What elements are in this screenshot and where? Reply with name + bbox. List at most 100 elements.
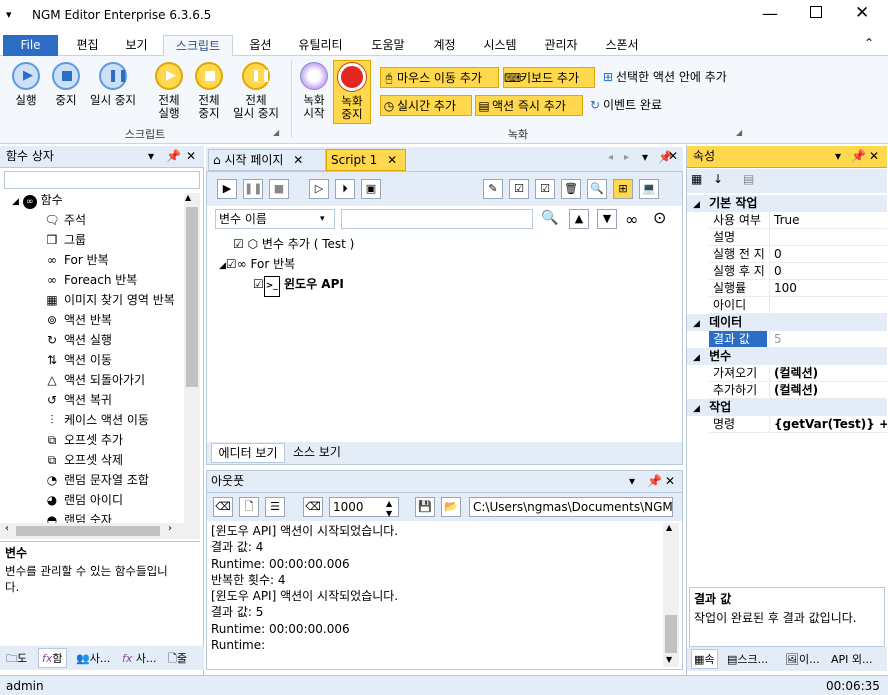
property-value[interactable] bbox=[769, 229, 887, 246]
close-icon[interactable]: ✕ bbox=[387, 153, 397, 167]
property-row[interactable]: 추가하기 (컬렉션) bbox=[687, 382, 887, 399]
folder-icon[interactable]: 📂 bbox=[441, 497, 461, 517]
function-item[interactable]: ◕ 랜덤 아이디 bbox=[44, 491, 123, 511]
scroll-thumb[interactable] bbox=[186, 207, 198, 387]
find-icon[interactable]: 🔍 bbox=[587, 179, 607, 199]
file-tab[interactable]: File bbox=[3, 35, 58, 56]
property-row[interactable]: 가져오기 (컬렉션) bbox=[687, 365, 887, 382]
property-pages-icon[interactable]: ▤ bbox=[743, 172, 754, 186]
close-icon[interactable]: ✕ bbox=[855, 3, 869, 23]
edit-icon[interactable]: ✎ bbox=[483, 179, 503, 199]
scroll-right-icon[interactable]: › bbox=[168, 523, 172, 534]
h-scrollbar[interactable]: ‹ › bbox=[0, 523, 200, 539]
close-icon[interactable]: ✕ bbox=[869, 146, 879, 167]
property-row[interactable]: 명령 {getVar(Test)} + bbox=[687, 416, 887, 433]
eraser-icon[interactable]: ⌫ bbox=[303, 497, 323, 517]
move-up-icon[interactable]: ▲ bbox=[569, 209, 589, 229]
function-search-input[interactable] bbox=[4, 171, 200, 189]
system-menu-icon[interactable]: ▾ bbox=[6, 8, 12, 21]
event-complete-button[interactable]: ↻ 이벤트 완료 bbox=[587, 95, 677, 116]
add-doc-icon[interactable]: 🗋 bbox=[239, 497, 259, 517]
tab-account[interactable]: 계정 bbox=[422, 35, 467, 56]
check-icon[interactable]: ☑ bbox=[535, 179, 555, 199]
group-expand-icon[interactable]: ◢ bbox=[273, 128, 279, 137]
record-stop-button[interactable]: 녹화 중지 bbox=[333, 60, 371, 124]
add-in-selected-button[interactable]: ⊞ 선택한 액션 안에 추가 bbox=[600, 67, 748, 88]
output-path-field[interactable]: C:\Users\ngmas\Documents\NGM6\ bbox=[469, 497, 673, 517]
tab-sponsor[interactable]: 스폰서 bbox=[596, 35, 648, 56]
tab-script[interactable]: ▤스크... bbox=[727, 651, 768, 667]
search-icon[interactable]: 🔍 bbox=[541, 210, 558, 226]
property-row[interactable]: 실행 전 지0 bbox=[687, 246, 887, 263]
tab-start-page[interactable]: ⌂ 시작 페이지 ✕ bbox=[208, 149, 326, 171]
expand-icon[interactable]: ◢ bbox=[219, 261, 226, 271]
function-item[interactable]: 🗨 주석 bbox=[44, 211, 86, 231]
collapse-icon[interactable]: ◢ bbox=[693, 404, 703, 414]
checkbox-icon[interactable]: ☑ bbox=[233, 237, 244, 251]
property-row[interactable]: 설명 bbox=[687, 229, 887, 246]
run-from-icon[interactable]: ⏵ bbox=[335, 179, 355, 199]
collapse-icon[interactable]: ◢ bbox=[693, 353, 703, 363]
scroll-thumb[interactable] bbox=[665, 615, 677, 653]
tab-edit[interactable]: 편집 bbox=[65, 35, 110, 56]
more-icon[interactable]: ⊙ bbox=[653, 208, 666, 227]
collapse-icon[interactable]: ◢ bbox=[693, 200, 703, 210]
tab-options[interactable]: 옵션 bbox=[238, 35, 283, 56]
scroll-up-icon[interactable]: ▲ bbox=[185, 193, 191, 202]
property-section[interactable]: ◢ 기본 작업 bbox=[687, 195, 887, 212]
dropdown-icon[interactable]: ▾ bbox=[148, 146, 154, 167]
tab-external[interactable]: API 외... bbox=[831, 651, 873, 667]
close-icon[interactable]: ✕ bbox=[665, 471, 675, 492]
function-item[interactable]: ❒ 그룹 bbox=[44, 231, 86, 251]
add-mouse-move-button[interactable]: 🖰 마우스 이동 추가 bbox=[380, 67, 499, 88]
tab-admin[interactable]: 관리자 bbox=[535, 35, 587, 56]
tree-node-for-loop[interactable]: ◢☑∞ For 반복 bbox=[219, 255, 295, 275]
pin-icon[interactable]: 📌 bbox=[647, 471, 662, 492]
scroll-right-icon[interactable]: ▸ bbox=[624, 152, 629, 163]
move-down-icon[interactable]: ▼ bbox=[597, 209, 617, 229]
save-icon[interactable]: 💾 bbox=[415, 497, 435, 517]
function-item[interactable]: ▦ 이미지 찾기 영역 반복 bbox=[44, 291, 174, 311]
run-icon[interactable]: ▶ bbox=[217, 179, 237, 199]
property-section[interactable]: ◢ 데이터 bbox=[687, 314, 887, 331]
tab-utility[interactable]: 유틸리티 bbox=[288, 35, 353, 56]
function-item[interactable]: ∞ For 반복 bbox=[44, 251, 109, 271]
doc-list-icon[interactable]: ▾ bbox=[642, 150, 648, 164]
pin-icon[interactable]: 📌 bbox=[166, 146, 181, 167]
line-count-stepper[interactable]: 1000 ▲ ▼ bbox=[329, 497, 399, 518]
checkbox-icon[interactable]: ☑ bbox=[253, 277, 264, 291]
property-value[interactable]: (컬렉션) bbox=[769, 365, 887, 382]
tab-user[interactable]: 👥사... bbox=[76, 650, 110, 666]
checkbox-icon[interactable]: ☑ bbox=[226, 257, 237, 271]
scroll-left-icon[interactable]: ‹ bbox=[5, 523, 9, 534]
close-icon[interactable]: ✕ bbox=[186, 146, 196, 167]
close-icon[interactable]: ✕ bbox=[668, 149, 678, 163]
tab-view[interactable]: 보기 bbox=[114, 35, 159, 56]
stop-icon[interactable]: ■ bbox=[269, 179, 289, 199]
tree-node-window-api[interactable]: ☑ >_ 윈도우 API bbox=[253, 275, 344, 297]
add-realtime-button[interactable]: ◷ 실시간 추가 bbox=[380, 95, 472, 116]
dropdown-icon[interactable]: ▾ bbox=[629, 471, 635, 492]
property-value[interactable] bbox=[769, 297, 887, 314]
property-value[interactable]: 100 bbox=[769, 280, 887, 297]
tab-system[interactable]: 시스템 bbox=[474, 35, 526, 56]
function-item[interactable]: ⇅ 액션 이동 bbox=[44, 351, 112, 371]
tree-node-add-variable[interactable]: ☑ ⬡ 변수 추가 ( Test ) bbox=[233, 235, 354, 255]
maximize-icon[interactable] bbox=[810, 6, 822, 18]
tab-source-view[interactable]: 소스 보기 bbox=[287, 443, 347, 463]
property-row[interactable]: 실행 후 지0 bbox=[687, 263, 887, 280]
clean-icon[interactable]: ⌫ bbox=[213, 497, 233, 517]
tab-document[interactable]: 🗀도 bbox=[6, 650, 27, 669]
variable-select[interactable]: 변수 이름 ▾ bbox=[215, 209, 335, 229]
loop-icon[interactable]: ∞ bbox=[625, 210, 638, 229]
tab-script[interactable]: 스크립트 bbox=[163, 35, 233, 56]
function-item[interactable]: ⫶ 케이스 액션 이동 bbox=[44, 411, 148, 431]
function-item[interactable]: ⧉ 오프셋 삭제 bbox=[44, 451, 123, 471]
tab-function[interactable]: fx함 bbox=[38, 648, 67, 668]
pin-icon[interactable]: 📌 bbox=[851, 146, 866, 167]
scroll-left-icon[interactable]: ◂ bbox=[608, 152, 613, 163]
add-keyboard-button[interactable]: ⌨키보드 추가 bbox=[503, 67, 595, 88]
pause-icon[interactable]: ❚❚ bbox=[243, 179, 263, 199]
close-icon[interactable]: ✕ bbox=[293, 153, 303, 167]
group-expand-icon[interactable]: ◢ bbox=[736, 128, 742, 137]
